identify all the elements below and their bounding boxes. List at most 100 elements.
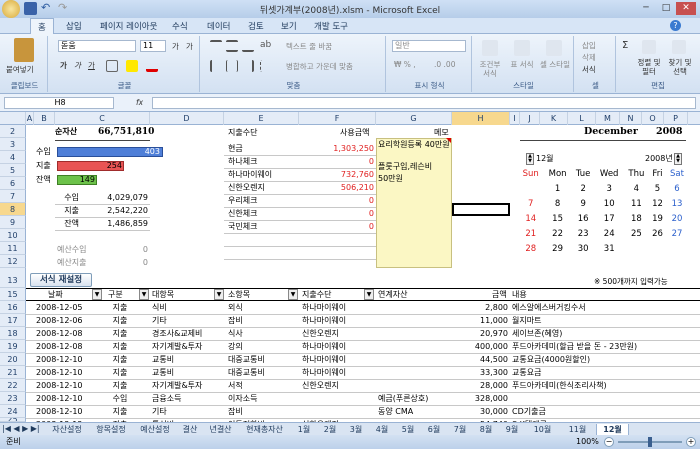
formula-input[interactable] <box>152 97 696 109</box>
sheet-tab[interactable]: 2월 <box>318 424 342 435</box>
row-header[interactable]: 24 <box>0 405 26 418</box>
sheet-tab[interactable]: 항목설정 <box>90 424 132 435</box>
name-box[interactable]: H8 <box>4 97 114 109</box>
calendar-day[interactable]: 25 <box>624 226 649 241</box>
filter-dropdown[interactable]: ▼ <box>139 289 149 300</box>
font-color-icon[interactable] <box>146 60 158 72</box>
ledger-cell[interactable]: 에스알에스버거킹수서 <box>512 302 700 314</box>
ledger-cell[interactable]: 교통요금(4000원할인) <box>512 354 700 366</box>
ledger-cell[interactable]: 328,000 <box>452 393 508 405</box>
row-header[interactable]: 7 <box>0 190 26 203</box>
calendar-day[interactable]: 30 <box>572 241 595 256</box>
calendar-day[interactable]: 26 <box>649 226 666 241</box>
calendar-day[interactable]: 7 <box>518 196 543 211</box>
row-header[interactable]: 3 <box>0 138 26 151</box>
grow-font-button[interactable]: 가 <box>172 41 179 52</box>
ledger-cell[interactable]: 교통비 <box>152 354 214 366</box>
calendar-day[interactable] <box>624 241 649 256</box>
calendar-day[interactable] <box>666 241 688 256</box>
tab-home[interactable]: 홈 <box>30 18 54 34</box>
ledger-cell[interactable]: 지출 <box>102 302 138 314</box>
sheet-tab[interactable]: 3월 <box>344 424 368 435</box>
calendar-day[interactable]: 21 <box>518 226 543 241</box>
delete-cells-button[interactable]: 삭제 <box>582 52 596 63</box>
ledger-cell[interactable]: 금융소득 <box>152 393 214 405</box>
underline-button[interactable]: 가 <box>88 60 95 71</box>
ledger-cell[interactable]: 서적 <box>228 380 290 392</box>
conditional-format-button[interactable]: 조건부 서식 <box>476 60 504 78</box>
paste-button[interactable]: 붙여넣기 <box>6 64 34 75</box>
calendar-day[interactable]: 22 <box>543 226 571 241</box>
column-header[interactable]: O <box>642 112 664 125</box>
column-header[interactable]: A <box>26 112 34 125</box>
column-header[interactable]: E <box>224 112 299 125</box>
ledger-cell[interactable]: 예금(푸른상호) <box>378 393 450 405</box>
calendar-day[interactable]: 23 <box>572 226 595 241</box>
table-format-button[interactable]: 표 서식 <box>508 60 536 69</box>
align-bottom-icon[interactable] <box>242 40 254 52</box>
help-icon[interactable]: ? <box>670 20 681 31</box>
row-header[interactable]: 11 <box>0 242 26 255</box>
sheet-tab[interactable]: 9월 <box>500 424 524 435</box>
row-header[interactable]: 12 <box>0 255 26 268</box>
column-header[interactable]: P <box>664 112 688 125</box>
tab-data[interactable]: 데이터 <box>207 20 230 32</box>
ledger-cell[interactable]: 하나마이웨이 <box>302 302 374 314</box>
ledger-cell[interactable]: 33,300 <box>452 367 508 379</box>
ledger-cell[interactable]: 2008-12-10 <box>36 406 92 418</box>
calendar-day[interactable]: 19 <box>649 211 666 226</box>
sheet-tab[interactable]: 자산설정 <box>46 424 88 435</box>
calendar-day[interactable]: 8 <box>543 196 571 211</box>
column-header[interactable]: M <box>596 112 620 125</box>
ledger-cell[interactable]: 월지마트 <box>512 315 700 327</box>
autosum-button[interactable]: Σ <box>622 40 628 51</box>
calendar-day[interactable]: 5 <box>649 181 666 196</box>
month-spinner[interactable]: ▲ ▼ <box>526 153 534 165</box>
number-format-combo[interactable]: 일반 <box>392 40 466 52</box>
sheet-tab[interactable]: 현재총자산 <box>239 424 290 435</box>
fx-icon[interactable]: fx <box>136 98 143 107</box>
format-cells-button[interactable]: 서식 <box>582 64 596 75</box>
select-all-corner[interactable] <box>0 112 26 125</box>
filter-dropdown[interactable]: ▼ <box>364 289 374 300</box>
column-header[interactable]: I <box>510 112 520 125</box>
ledger-cell[interactable]: 2008-12-10 <box>36 380 92 392</box>
calendar-day[interactable]: 1 <box>543 181 571 196</box>
sheet-tab[interactable]: 10월 <box>526 424 559 435</box>
filter-dropdown[interactable]: ▼ <box>214 289 224 300</box>
ledger-cell[interactable]: 지출 <box>102 354 138 366</box>
zoom-in-icon[interactable]: + <box>686 437 696 447</box>
ledger-cell[interactable]: 신한오렌지 <box>302 380 374 392</box>
row-header[interactable]: 21 <box>0 366 26 379</box>
column-header[interactable]: H <box>452 112 510 125</box>
ledger-cell[interactable]: 대중교통비 <box>228 367 290 379</box>
ledger-cell[interactable]: 수입 <box>102 393 138 405</box>
ledger-cell[interactable]: 지출 <box>102 328 138 340</box>
sheet-tab[interactable]: 8월 <box>474 424 498 435</box>
sort-filter-icon[interactable] <box>642 40 656 54</box>
row-header[interactable]: 13 <box>0 268 26 288</box>
ledger-cell[interactable]: 기타 <box>152 315 214 327</box>
align-center-icon[interactable] <box>226 60 238 72</box>
tab-developer[interactable]: 개발 도구 <box>314 20 348 32</box>
calendar-day[interactable]: 28 <box>518 241 543 256</box>
calendar-day[interactable]: 31 <box>595 241 624 256</box>
tab-page-layout[interactable]: 페이지 레이아웃 <box>100 20 157 32</box>
zoom-slider-thumb[interactable] <box>648 437 652 447</box>
ledger-cell[interactable]: 2008-12-05 <box>36 302 92 314</box>
column-header[interactable]: N <box>620 112 642 125</box>
column-header[interactable]: K <box>540 112 568 125</box>
bold-button[interactable]: 가 <box>60 60 67 71</box>
ledger-cell[interactable]: 지출 <box>102 380 138 392</box>
ledger-cell[interactable]: 2,800 <box>452 302 508 314</box>
fill-color-icon[interactable] <box>126 60 138 72</box>
filter-dropdown[interactable]: ▼ <box>288 289 298 300</box>
row-header[interactable]: 18 <box>0 327 26 340</box>
ledger-cell[interactable]: 잡비 <box>228 315 290 327</box>
ledger-cell[interactable]: 지출 <box>102 315 138 327</box>
ledger-cell[interactable]: 2008-12-10 <box>36 367 92 379</box>
row-header[interactable]: 8 <box>0 203 26 216</box>
find-select-button[interactable]: 찾기 및 선택 <box>664 58 696 76</box>
ledger-cell[interactable]: 하나마이웨이 <box>302 341 374 353</box>
ledger-cell[interactable]: 대중교통비 <box>228 354 290 366</box>
